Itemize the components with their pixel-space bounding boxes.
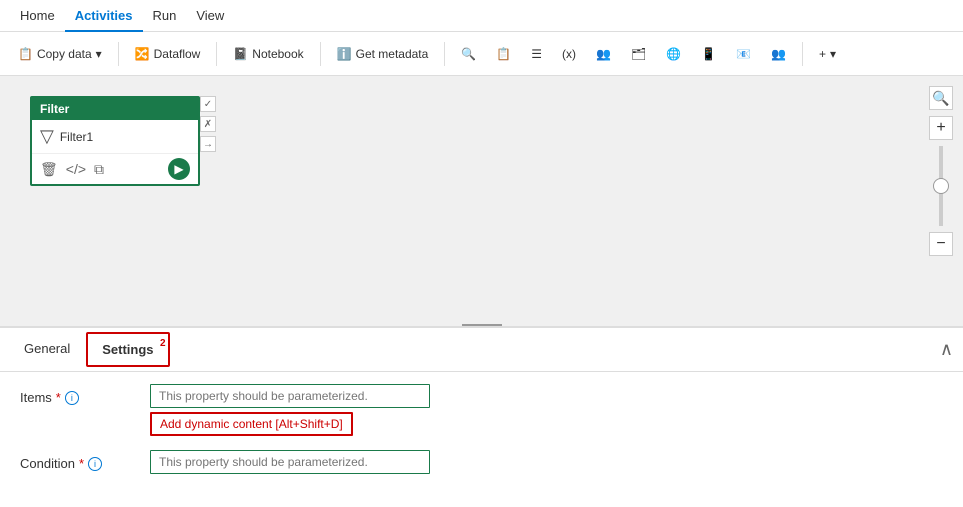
- side-arrow[interactable]: →: [200, 136, 216, 152]
- tab-general[interactable]: General: [10, 333, 84, 366]
- dataflow-icon: 🔀: [135, 47, 150, 61]
- mobile-icon-button[interactable]: 📱: [693, 43, 724, 65]
- canvas-divider: [462, 324, 502, 326]
- folder-icon-button[interactable]: 🗂: [623, 43, 654, 65]
- condition-inputs: [150, 450, 430, 474]
- items-field-row: Items * i Add dynamic content [Alt+Shift…: [20, 384, 943, 436]
- copy-data-icon: 📋: [18, 47, 33, 61]
- condition-field-row: Condition * i: [20, 450, 943, 474]
- zoom-search-icon[interactable]: 🔍: [929, 86, 953, 110]
- outlook-icon-button[interactable]: 📧: [728, 43, 759, 65]
- users-icon: 👥: [596, 47, 611, 61]
- main-area: Filter ▽ Filter1 🗑 </> ⧉ ▶ ✓ ✗ → 🔍 +: [0, 76, 963, 507]
- items-label: Items * i: [20, 384, 140, 405]
- search-icon: 🔍: [461, 47, 476, 61]
- condition-input[interactable]: [150, 450, 430, 474]
- collapse-button[interactable]: ∧: [940, 339, 953, 360]
- canvas-area[interactable]: Filter ▽ Filter1 🗑 </> ⧉ ▶ ✓ ✗ → 🔍 +: [0, 76, 963, 327]
- filter-icon: ▽: [40, 126, 54, 147]
- separator-5: [802, 42, 803, 66]
- filter-activity[interactable]: Filter ▽ Filter1 🗑 </> ⧉ ▶: [30, 96, 200, 186]
- more-dropdown-icon: ▾: [830, 47, 836, 61]
- zoom-handle[interactable]: [933, 178, 949, 194]
- get-metadata-button[interactable]: ℹ️ Get metadata: [329, 43, 437, 65]
- items-inputs: Add dynamic content [Alt+Shift+D]: [150, 384, 430, 436]
- side-controls: ✓ ✗ →: [200, 96, 216, 152]
- code-icon[interactable]: </>: [66, 161, 86, 177]
- items-required: *: [56, 390, 61, 405]
- menu-view[interactable]: View: [186, 0, 234, 32]
- bottom-panel: General Settings2 ∧ Items * i Add dynami…: [0, 327, 963, 507]
- panel-content: Items * i Add dynamic content [Alt+Shift…: [0, 372, 963, 507]
- zoom-out-button[interactable]: −: [929, 232, 953, 256]
- copy-data-button[interactable]: 📋 Copy data ▾: [10, 43, 110, 65]
- menu-activities[interactable]: Activities: [65, 0, 143, 32]
- variable-icon-button[interactable]: (x): [554, 43, 584, 65]
- side-error[interactable]: ✗: [200, 116, 216, 132]
- toolbar: 📋 Copy data ▾ 🔀 Dataflow 📓 Notebook ℹ️ G…: [0, 32, 963, 76]
- zoom-in-button[interactable]: +: [929, 116, 953, 140]
- separator-2: [216, 42, 217, 66]
- menu-home[interactable]: Home: [10, 0, 65, 32]
- teams-icon: 👥: [771, 47, 786, 61]
- items-info-icon[interactable]: i: [65, 391, 79, 405]
- copy-icon-button[interactable]: 📋: [488, 43, 519, 65]
- folder-icon: 🗂: [631, 47, 646, 61]
- settings-badge: 2: [160, 338, 166, 349]
- copy-activity-icon[interactable]: ⧉: [94, 161, 104, 178]
- plus-icon: +: [819, 47, 826, 61]
- list-icon: ☰: [531, 47, 542, 61]
- notebook-icon: 📓: [233, 47, 248, 61]
- add-dynamic-content-button[interactable]: Add dynamic content [Alt+Shift+D]: [150, 412, 353, 436]
- activity-footer: 🗑 </> ⧉ ▶: [32, 153, 198, 184]
- variable-icon: (x): [562, 47, 576, 61]
- search-icon-button[interactable]: 🔍: [453, 43, 484, 65]
- activity-title: Filter: [40, 102, 69, 116]
- zoom-controls: 🔍 + −: [929, 86, 953, 256]
- notebook-button[interactable]: 📓 Notebook: [225, 43, 311, 65]
- get-metadata-icon: ℹ️: [337, 47, 352, 61]
- copy-data-dropdown-icon: ▾: [96, 47, 102, 61]
- condition-label: Condition * i: [20, 450, 140, 471]
- mobile-icon: 📱: [701, 47, 716, 61]
- separator-3: [320, 42, 321, 66]
- globe-icon-button[interactable]: 🌐: [658, 43, 689, 65]
- teams-icon-button[interactable]: 👥: [763, 43, 794, 65]
- delete-icon[interactable]: 🗑: [40, 161, 58, 178]
- copy-icon: 📋: [496, 47, 511, 61]
- dataflow-button[interactable]: 🔀 Dataflow: [127, 43, 209, 65]
- zoom-slider[interactable]: [939, 146, 943, 226]
- side-check[interactable]: ✓: [200, 96, 216, 112]
- menu-run[interactable]: Run: [143, 0, 187, 32]
- users-icon-button[interactable]: 👥: [588, 43, 619, 65]
- list-icon-button[interactable]: ☰: [523, 43, 550, 65]
- outlook-icon: 📧: [736, 47, 751, 61]
- activity-header: Filter: [32, 98, 198, 120]
- activity-run-icon[interactable]: ▶: [168, 158, 190, 180]
- items-input[interactable]: [150, 384, 430, 408]
- menu-bar: Home Activities Run View: [0, 0, 963, 32]
- condition-required: *: [79, 456, 84, 471]
- more-button[interactable]: + ▾: [811, 43, 844, 65]
- activity-body: ▽ Filter1: [32, 120, 198, 153]
- tab-settings[interactable]: Settings2: [86, 332, 169, 367]
- activity-name: Filter1: [60, 130, 93, 144]
- separator-4: [444, 42, 445, 66]
- globe-icon: 🌐: [666, 47, 681, 61]
- separator-1: [118, 42, 119, 66]
- condition-info-icon[interactable]: i: [88, 457, 102, 471]
- tab-bar: General Settings2 ∧: [0, 328, 963, 372]
